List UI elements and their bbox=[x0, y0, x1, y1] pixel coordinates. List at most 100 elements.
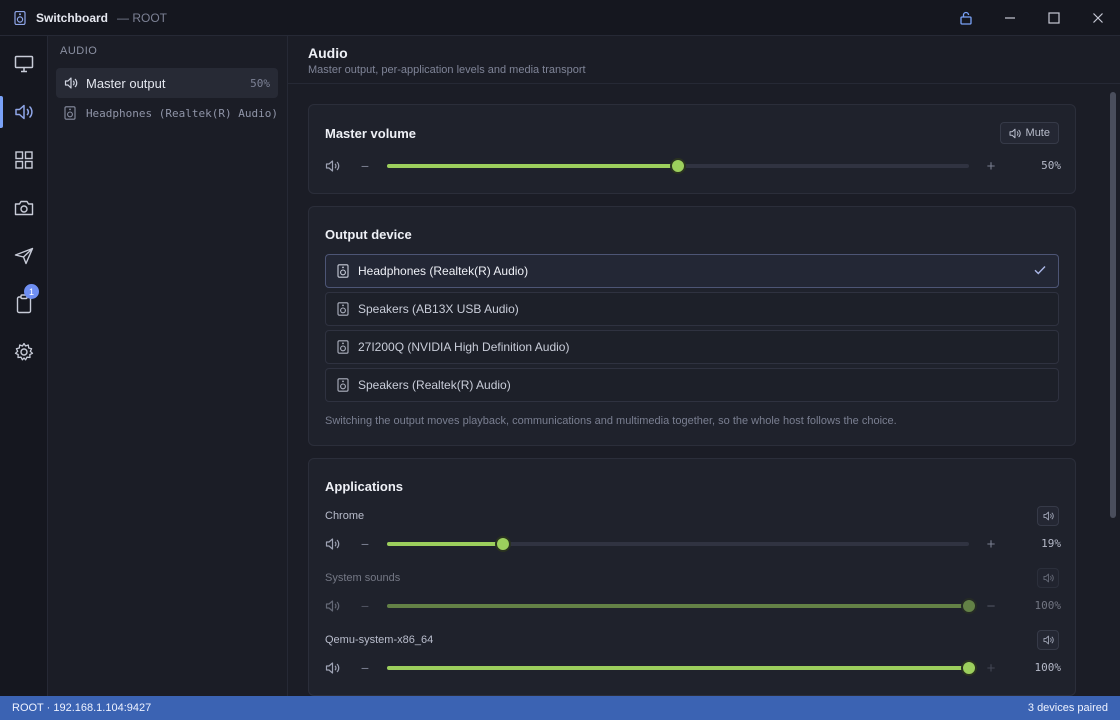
speaker-icon bbox=[325, 599, 341, 613]
rail-audio[interactable] bbox=[0, 92, 48, 132]
rail-apps[interactable] bbox=[0, 140, 48, 180]
master-volume-slider[interactable] bbox=[387, 158, 969, 174]
slider-fill bbox=[387, 604, 969, 608]
speaker-icon bbox=[64, 76, 78, 90]
volume-up-button[interactable]: − bbox=[985, 596, 997, 616]
speaker-device-icon bbox=[337, 340, 349, 354]
app-volume-value: 19% bbox=[1041, 537, 1061, 550]
speaker-icon bbox=[14, 103, 34, 121]
app-subtitle: — ROOT bbox=[117, 10, 168, 25]
speaker-device-icon bbox=[337, 264, 349, 278]
slider-fill bbox=[387, 542, 504, 546]
master-volume-card: Master volume Mute − + 50% bbox=[308, 104, 1076, 194]
scrollbar[interactable] bbox=[1110, 92, 1116, 518]
slider-handle[interactable] bbox=[961, 660, 977, 676]
output-device-note: Switching the output moves playback, com… bbox=[325, 415, 897, 427]
app-mute-button[interactable] bbox=[1037, 568, 1059, 588]
output-device-option[interactable]: 27I200Q (NVIDIA High Definition Audio) bbox=[325, 330, 1059, 364]
close-button[interactable] bbox=[1076, 0, 1120, 36]
display-icon bbox=[14, 55, 34, 73]
app-volume-slider[interactable] bbox=[387, 660, 977, 676]
sidebar-heading: AUDIO bbox=[60, 45, 98, 57]
rail-display[interactable] bbox=[0, 44, 48, 84]
sidebar-item-master-output[interactable]: Master output 50% bbox=[56, 68, 278, 98]
slider-fill bbox=[387, 666, 969, 670]
app-volume-slider-row: − + 19% bbox=[325, 534, 1061, 554]
app-logo-icon bbox=[14, 10, 26, 25]
speaker-icon bbox=[1043, 573, 1054, 583]
volume-down-button[interactable]: − bbox=[359, 534, 371, 554]
mute-label: Mute bbox=[1025, 127, 1050, 139]
app-volume-value: 100% bbox=[1034, 661, 1062, 674]
sidebar-item-headphones[interactable]: Headphones (Realtek(R) Audio) bbox=[56, 98, 278, 128]
lock-icon bbox=[959, 11, 973, 25]
app-mute-button[interactable] bbox=[1037, 630, 1059, 650]
minimize-button[interactable] bbox=[988, 0, 1032, 36]
volume-down-button[interactable]: − bbox=[359, 156, 371, 176]
app-volume-slider[interactable] bbox=[387, 598, 977, 614]
grid-icon bbox=[15, 151, 33, 169]
connection-status: ROOT · 192.168.1.104:9427 bbox=[12, 702, 152, 714]
speaker-icon bbox=[325, 661, 341, 675]
maximize-icon bbox=[1048, 12, 1060, 24]
maximize-button[interactable] bbox=[1032, 0, 1076, 36]
output-device-label: 27I200Q (NVIDIA High Definition Audio) bbox=[358, 340, 570, 354]
speaker-icon bbox=[1043, 635, 1054, 645]
output-device-card: Output device Headphones (Realtek(R) Aud… bbox=[308, 206, 1076, 446]
volume-up-button[interactable]: + bbox=[985, 534, 997, 554]
output-device-title: Output device bbox=[325, 227, 412, 242]
rail-clipboard[interactable]: 1 bbox=[0, 284, 48, 324]
volume-up-button[interactable]: + bbox=[985, 156, 997, 176]
mute-button[interactable]: Mute bbox=[999, 122, 1059, 144]
audio-sidebar: AUDIO Master output 50% Headphones (Real… bbox=[48, 36, 288, 696]
speaker-device-icon bbox=[337, 378, 349, 392]
slider-handle[interactable] bbox=[495, 536, 512, 552]
page-subtitle: Master output, per-application levels an… bbox=[308, 64, 586, 76]
output-device-option[interactable]: Speakers (AB13X USB Audio) bbox=[325, 292, 1059, 326]
output-device-option[interactable]: Speakers (Realtek(R) Audio) bbox=[325, 368, 1059, 402]
app-name: Chrome bbox=[325, 510, 365, 522]
app-name: System sounds bbox=[325, 572, 401, 584]
page-header: Audio Master output, per-application lev… bbox=[288, 36, 1120, 84]
speaker-icon bbox=[325, 159, 341, 173]
speaker-device-icon bbox=[64, 106, 78, 120]
rail-send[interactable] bbox=[0, 236, 48, 276]
status-bar: ROOT · 192.168.1.104:9427 3 devices pair… bbox=[0, 696, 1120, 720]
app-mute-button[interactable] bbox=[1037, 506, 1059, 526]
app-title: Switchboard bbox=[36, 10, 109, 25]
gear-icon bbox=[14, 342, 34, 362]
volume-down-button[interactable]: − bbox=[359, 658, 371, 678]
page-title: Audio bbox=[308, 45, 348, 61]
output-device-label: Speakers (Realtek(R) Audio) bbox=[358, 378, 511, 392]
speaker-icon bbox=[325, 537, 341, 551]
output-device-option[interactable]: Headphones (Realtek(R) Audio) bbox=[325, 254, 1059, 288]
lock-button[interactable] bbox=[944, 0, 988, 36]
camera-icon bbox=[14, 200, 34, 216]
icon-rail: 1 bbox=[0, 36, 48, 696]
clipboard-badge: 1 bbox=[24, 284, 39, 299]
master-volume-value: 50% bbox=[1041, 159, 1061, 172]
output-device-label: Speakers (AB13X USB Audio) bbox=[358, 302, 519, 316]
volume-up-button[interactable]: + bbox=[985, 658, 997, 678]
title-bar: Switchboard — ROOT bbox=[0, 0, 1120, 36]
slider-handle[interactable] bbox=[670, 158, 686, 174]
volume-down-button[interactable]: − bbox=[359, 596, 371, 616]
slider-fill bbox=[387, 164, 678, 168]
sidebar-item-label: Headphones (Realtek(R) Audio) bbox=[85, 106, 278, 120]
checkmark-icon bbox=[1034, 265, 1046, 275]
applications-card: Applications Chrome − + 19% System sound… bbox=[308, 458, 1076, 696]
speaker-icon bbox=[1043, 511, 1054, 521]
speaker-icon bbox=[1009, 128, 1021, 139]
applications-title: Applications bbox=[325, 479, 404, 494]
app-volume-slider[interactable] bbox=[387, 536, 969, 552]
output-device-label: Headphones (Realtek(R) Audio) bbox=[358, 264, 529, 278]
sidebar-item-label: Master output bbox=[86, 75, 166, 91]
rail-camera[interactable] bbox=[0, 188, 48, 228]
slider-handle[interactable] bbox=[961, 598, 977, 614]
send-icon bbox=[14, 247, 34, 265]
master-volume-title: Master volume bbox=[325, 126, 417, 141]
app-volume-slider-row: − − 100% bbox=[325, 596, 1061, 616]
rail-settings[interactable] bbox=[0, 332, 48, 372]
close-icon bbox=[1092, 12, 1104, 24]
app-volume-slider-row: − + 100% bbox=[325, 658, 1061, 678]
